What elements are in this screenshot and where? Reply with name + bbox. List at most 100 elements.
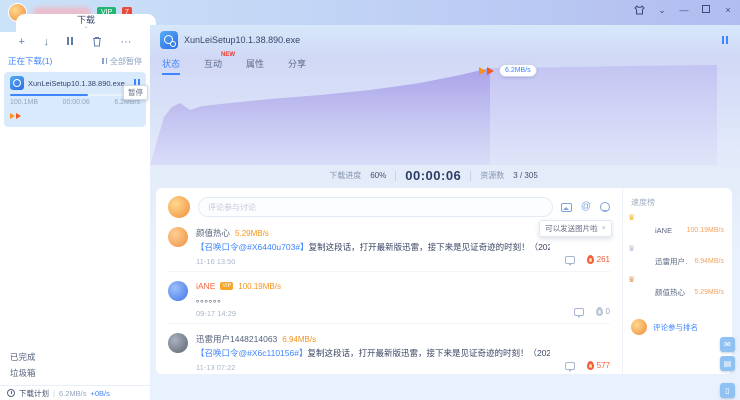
like-button[interactable]: 577 [587, 361, 610, 370]
commenter-speed: 100.19MB/s [238, 282, 281, 291]
flame-icon [587, 255, 594, 264]
minimize-button[interactable]: — [678, 3, 690, 17]
speed-chart: 6.2MB/s [150, 65, 717, 165]
new-badge: NEW [221, 52, 235, 58]
like-button[interactable]: 261 [587, 255, 610, 264]
speed-boost-icon [10, 113, 22, 119]
comment-time: 11-16 13:50 [196, 257, 550, 266]
sidebar-item-trash[interactable]: 垃圾箱 [10, 367, 36, 379]
image-feature-tooltip: 可以发送图片啦 × [539, 220, 612, 237]
close-button[interactable]: × [722, 3, 734, 17]
comment-time: 09-17 14:29 [196, 309, 550, 318]
message-float-button[interactable]: ✉ [720, 337, 735, 352]
resources-value: 3 / 305 [513, 171, 537, 180]
commenter-avatar[interactable] [168, 281, 188, 301]
pause-tooltip: 暂停 [123, 85, 148, 100]
reply-icon[interactable] [565, 362, 575, 370]
download-task-item[interactable]: XunLeiSetup10.1.38.890.exe 100.1MB 00:00… [4, 72, 146, 127]
image-icon[interactable] [561, 203, 572, 212]
commenter-avatar[interactable] [168, 333, 188, 353]
download-stats: 下载进度 60% 00:00:06 资源数 3 / 305 [150, 168, 717, 183]
like-count: 577 [597, 361, 610, 370]
status-label[interactable]: 下载计划 [19, 388, 49, 399]
commenter-avatar[interactable] [168, 227, 188, 247]
join-ranking-row: 评论参与排名 [631, 319, 724, 335]
status-speed: 6.2MB/s [59, 389, 87, 398]
comment-input[interactable] [198, 197, 553, 217]
reply-icon[interactable] [574, 308, 584, 316]
resources-label: 资源数 [480, 170, 504, 181]
flame-icon [596, 307, 603, 316]
tooltip-close-icon[interactable]: × [602, 223, 606, 234]
comment-time: 11-13 07:22 [196, 363, 550, 372]
more-options-icon[interactable]: ··· [120, 37, 131, 48]
emoji-icon[interactable] [600, 202, 610, 212]
mention-icon[interactable]: @ [581, 201, 591, 213]
task-speed: 6.2MB/s [114, 99, 140, 106]
marker-arrow-icon [487, 67, 494, 75]
status-delta: +0B/s [90, 389, 109, 398]
marker-arrow-icon [479, 67, 486, 75]
chevron-down-icon: ⌄ [83, 25, 88, 30]
downloading-count-label[interactable]: 正在下载(1) [8, 55, 52, 67]
task-toolbar: + ↓ ··· [0, 32, 150, 53]
reply-icon[interactable] [565, 256, 575, 264]
maximize-button[interactable] [700, 3, 712, 17]
commenter-name[interactable]: 颜值热心 [196, 227, 230, 239]
comment-text: 【召唤口令@#X6440u703#】复制这段话，打开最新版迅雷，接下来是见证奇迹… [196, 242, 550, 253]
chart-speed-marker: 6.2MB/s [479, 64, 537, 77]
delete-task-icon[interactable] [92, 36, 102, 50]
my-avatar-small [631, 319, 647, 335]
commenter-name[interactable]: iANE [196, 281, 215, 291]
speed-leaderboard: 速度榜 ♛ iANE 100.19MB/s ♛ 迅雷用户… 6.94MB/ [622, 188, 732, 374]
pause-all-icon [102, 58, 107, 64]
pause-all-button[interactable]: 全部暂停 [102, 56, 142, 67]
my-avatar [168, 196, 190, 218]
tab-download[interactable]: 下载 ⌄ [16, 14, 156, 32]
silver-crown-icon: ♛ [628, 245, 635, 253]
skin-icon[interactable] [634, 5, 646, 15]
comments-area: @ 可以发送图片啦 × 颜值热心 5.29MB/s [156, 188, 622, 374]
detail-header: XunLeiSetup10.1.38.890.exe [150, 25, 740, 49]
task-detail-panel: XunLeiSetup10.1.38.890.exe 状态 互动 NEW 属性 … [150, 25, 740, 400]
comments-card: @ 可以发送图片啦 × 颜值热心 5.29MB/s [156, 188, 732, 374]
marker-speed-label: 6.2MB/s [499, 64, 537, 77]
collapse-icon[interactable]: ⌄ [656, 3, 668, 17]
flame-icon [587, 361, 594, 370]
task-size: 100.1MB [10, 99, 38, 106]
leaderboard-title: 速度榜 [631, 197, 724, 208]
download-list-panel: + ↓ ··· 正在下载(1) 全部暂停 XunLeiSetup10.1.38.… [0, 32, 150, 400]
comment-item: iANE VIP 100.19MB/s 。。。。。。 09-17 14:29 0 [168, 272, 610, 324]
window-controls: ⌄ — × [634, 3, 734, 17]
comment-text: 【召唤口令@#X6c110156#】复制这段话，打开最新版迅雷，接下来是见证奇迹… [196, 348, 550, 359]
like-button[interactable]: 0 [596, 307, 610, 316]
task-elapsed: 00:00:06 [63, 99, 90, 106]
progress-value: 60% [370, 171, 386, 180]
chart-area-downloaded [150, 68, 490, 165]
schedule-icon[interactable] [7, 389, 15, 397]
sidebar-item-completed[interactable]: 已完成 [10, 351, 36, 363]
start-task-icon[interactable]: ↓ [43, 37, 49, 48]
gift-float-button[interactable]: ▤ [720, 356, 735, 371]
task-filename: XunLeiSetup10.1.38.890.exe [28, 79, 130, 88]
progress-label: 下载进度 [329, 170, 361, 181]
detail-pause-icon[interactable] [722, 31, 728, 49]
mobile-float-button[interactable]: ▯ [720, 383, 735, 398]
join-ranking-link[interactable]: 评论参与排名 [653, 322, 698, 333]
comment-input-icons: @ [561, 201, 610, 213]
leaderboard-entry[interactable]: ♛ 迅雷用户… 6.94MB/s [631, 252, 724, 270]
commenter-name[interactable]: 迅雷用户1448214063 [196, 333, 277, 345]
pause-task-icon[interactable] [67, 37, 73, 48]
status-bar: 下载计划 | 6.2MB/s +0B/s [0, 385, 150, 400]
detail-file-icon [160, 31, 178, 49]
leaderboard-entry[interactable]: ♛ iANE 100.19MB/s [631, 221, 724, 239]
like-count: 261 [597, 255, 610, 264]
add-task-icon[interactable]: + [19, 37, 25, 48]
comment-text: 。。。。。。 [196, 294, 550, 305]
gold-crown-icon: ♛ [628, 214, 635, 222]
comment-item: 迅雷用户1448214063 6.94MB/s 【召唤口令@#X6c110156… [168, 324, 610, 374]
like-count: 0 [606, 307, 610, 316]
leaderboard-entry[interactable]: ♛ 颜值热心 5.29MB/s [631, 283, 724, 301]
chart-area-projected [490, 65, 717, 165]
file-icon [10, 76, 24, 90]
